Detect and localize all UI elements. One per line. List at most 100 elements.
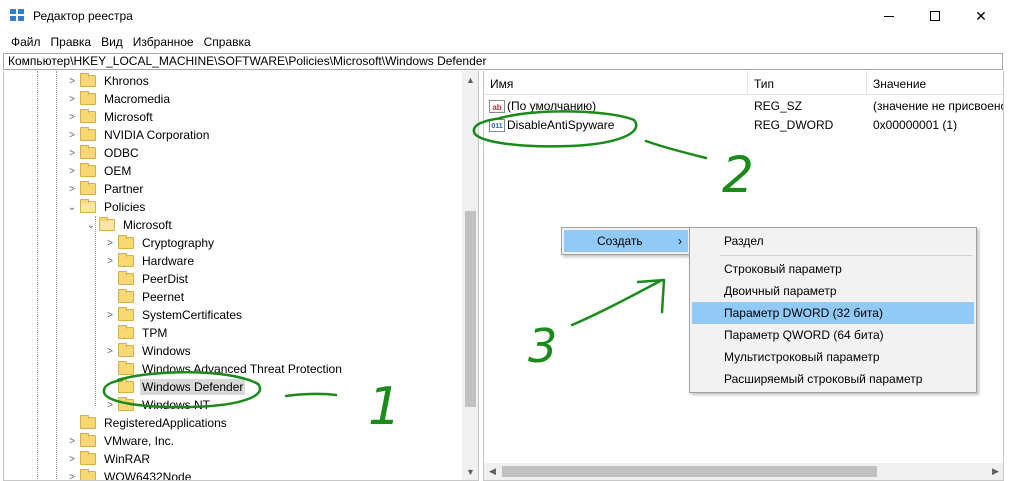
scroll-up-icon[interactable]: ▲ — [462, 71, 478, 88]
tree-item[interactable]: Peernet — [104, 288, 186, 306]
maximize-button[interactable] — [912, 0, 958, 32]
chevron-right-icon[interactable]: > — [66, 72, 78, 90]
scroll-down-icon[interactable]: ▼ — [462, 463, 478, 480]
tree-vertical-scrollbar[interactable]: ▲ ▼ — [462, 71, 478, 480]
folder-icon — [80, 91, 96, 105]
chevron-right-icon[interactable]: > — [66, 432, 78, 450]
chevron-right-icon[interactable]: > — [66, 108, 78, 126]
string-value-icon: ab — [489, 100, 505, 113]
folder-icon — [80, 181, 96, 195]
tree-item[interactable]: > Cryptography — [104, 234, 216, 252]
chevron-right-icon[interactable]: > — [66, 180, 78, 198]
tree-item[interactable]: PeerDist — [104, 270, 190, 288]
chevron-right-icon[interactable]: > — [66, 450, 78, 468]
tree-item[interactable]: TPM — [104, 324, 169, 342]
tree-item-selected[interactable]: Windows Defender — [104, 378, 246, 396]
folder-icon — [118, 397, 134, 411]
menu-edit[interactable]: Правка — [46, 33, 97, 51]
tree-item-label: Khronos — [104, 74, 149, 88]
tree-item[interactable]: > WOW6432Node — [66, 468, 193, 481]
submenu-item-qword[interactable]: Параметр QWORD (64 бита) — [692, 324, 974, 346]
scroll-thumb[interactable] — [465, 211, 476, 407]
tree-item[interactable]: > Windows NT — [104, 396, 212, 414]
tree-item[interactable]: RegisteredApplications — [66, 414, 229, 432]
folder-open-icon — [80, 199, 96, 213]
list-horizontal-scrollbar[interactable]: ◀ ▶ — [484, 463, 1003, 480]
tree-item[interactable]: ⌄ Microsoft — [85, 216, 174, 234]
folder-icon — [118, 379, 134, 393]
tree-item[interactable]: > NVIDIA Corporation — [66, 126, 211, 144]
tree-item[interactable]: ⌄ Policies — [66, 198, 147, 216]
list-row[interactable]: 011 DisableAntiSpyware REG_DWORD 0x00000… — [484, 116, 1003, 135]
chevron-down-icon[interactable]: ⌄ — [85, 216, 97, 234]
chevron-right-icon[interactable]: > — [66, 144, 78, 162]
tree-item[interactable]: > VMware, Inc. — [66, 432, 176, 450]
chevron-right-icon[interactable]: > — [104, 306, 116, 324]
chevron-down-icon[interactable]: ⌄ — [66, 198, 78, 216]
chevron-right-icon[interactable]: > — [104, 234, 116, 252]
submenu-item-key[interactable]: Раздел — [692, 230, 974, 252]
minimize-button[interactable] — [866, 0, 912, 32]
tree-item[interactable]: > OEM — [66, 162, 133, 180]
tree-item[interactable]: > WinRAR — [66, 450, 152, 468]
list-row[interactable]: ab (По умолчанию) REG_SZ (значение не пр… — [484, 97, 1003, 116]
menu-help[interactable]: Справка — [199, 33, 256, 51]
tree-item[interactable]: > SystemCertificates — [104, 306, 244, 324]
menu-view[interactable]: Вид — [96, 33, 128, 51]
value-name: (По умолчанию) — [507, 99, 597, 113]
submenu-item-dword[interactable]: Параметр DWORD (32 бита) — [692, 302, 974, 324]
tree-item[interactable]: > Hardware — [104, 252, 196, 270]
tree-item-label: PeerDist — [142, 272, 189, 286]
folder-icon — [118, 361, 134, 375]
tree-item[interactable]: > Windows — [104, 342, 193, 360]
scroll-thumb[interactable] — [502, 466, 877, 477]
tree-item-label: VMware, Inc. — [104, 434, 175, 448]
chevron-right-icon[interactable]: > — [66, 90, 78, 108]
chevron-right-icon[interactable]: > — [66, 468, 78, 481]
tree-item-label: RegisteredApplications — [104, 416, 227, 430]
context-menu: Создать › — [561, 227, 691, 255]
folder-icon — [80, 127, 96, 141]
menu-favorites[interactable]: Избранное — [128, 33, 199, 51]
chevron-right-icon[interactable]: > — [104, 396, 116, 414]
submenu-item-multi-string[interactable]: Мультистроковый параметр — [692, 346, 974, 368]
close-button[interactable]: ✕ — [958, 0, 1004, 32]
chevron-right-icon[interactable]: > — [104, 252, 116, 270]
tree-item[interactable]: > ODBC — [66, 144, 141, 162]
column-name-header[interactable]: Имя — [484, 71, 748, 95]
folder-open-icon — [99, 217, 115, 231]
tree-item[interactable]: Windows Advanced Threat Protection — [104, 360, 344, 378]
menu-bar: Файл Правка Вид Избранное Справка — [0, 33, 1009, 51]
folder-icon — [80, 415, 96, 429]
column-value-header[interactable]: Значение — [867, 71, 1003, 95]
submenu-item-expandable-string[interactable]: Расширяемый строковый параметр — [692, 368, 974, 390]
folder-icon — [80, 433, 96, 447]
scroll-left-icon[interactable]: ◀ — [484, 463, 501, 480]
tree-item[interactable]: > Microsoft — [66, 108, 155, 126]
key-tree-pane: > Khronos > Macromedia > Microsoft > NVI… — [3, 71, 479, 481]
tree-item[interactable]: > Partner — [66, 180, 145, 198]
maximize-icon — [930, 11, 940, 21]
tree-item[interactable]: > Macromedia — [66, 90, 172, 108]
folder-icon — [80, 163, 96, 177]
tree-item-label: Policies — [104, 200, 146, 214]
tree-item-label: NVIDIA Corporation — [104, 128, 210, 142]
chevron-right-icon[interactable]: > — [104, 342, 116, 360]
submenu-item-binary[interactable]: Двоичный параметр — [692, 280, 974, 302]
tree-item[interactable]: > Khronos — [66, 72, 151, 90]
column-type-header[interactable]: Тип — [748, 71, 867, 95]
tree-item-label: WinRAR — [104, 452, 151, 466]
menu-item-create[interactable]: Создать › — [564, 230, 688, 252]
chevron-right-icon[interactable]: > — [66, 162, 78, 180]
window-title: Редактор реестра — [33, 9, 133, 23]
value-name: DisableAntiSpyware — [507, 118, 615, 132]
tree-item-label: Hardware — [142, 254, 195, 268]
address-bar[interactable]: Компьютер\HKEY_LOCAL_MACHINE\SOFTWARE\Po… — [3, 53, 1003, 70]
scroll-right-icon[interactable]: ▶ — [987, 463, 1003, 480]
folder-icon — [118, 289, 134, 303]
menu-file[interactable]: Файл — [6, 33, 46, 51]
tree-item-label: Cryptography — [142, 236, 215, 250]
chevron-right-icon[interactable]: > — [66, 126, 78, 144]
close-icon: ✕ — [975, 7, 987, 24]
submenu-item-string[interactable]: Строковый параметр — [692, 258, 974, 280]
